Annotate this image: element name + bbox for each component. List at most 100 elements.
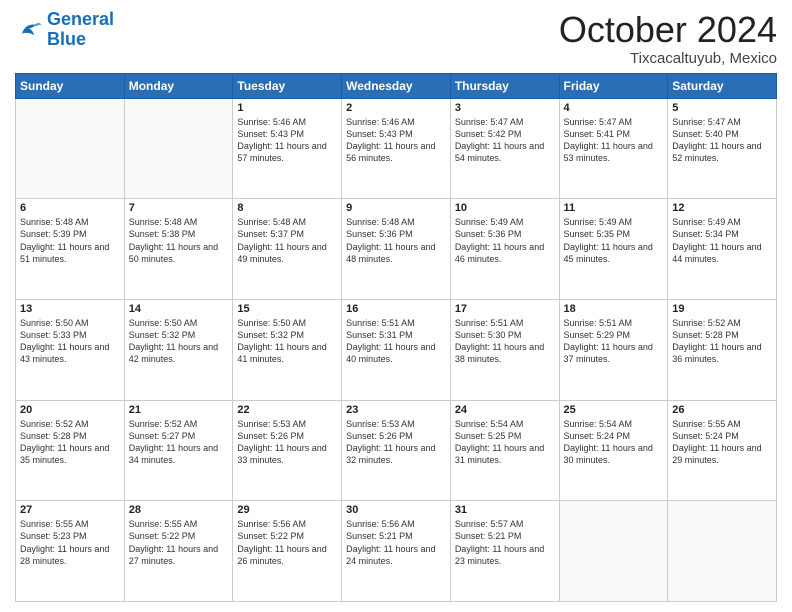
day-info: Sunrise: 5:57 AMSunset: 5:21 PMDaylight:… — [455, 518, 555, 567]
calendar-cell: 28 Sunrise: 5:55 AMSunset: 5:22 PMDayligh… — [124, 501, 233, 602]
calendar-cell — [124, 98, 233, 199]
day-info: Sunrise: 5:53 AMSunset: 5:26 PMDaylight:… — [346, 418, 446, 467]
day-info: Sunrise: 5:51 AMSunset: 5:30 PMDaylight:… — [455, 317, 555, 366]
calendar-cell: 16 Sunrise: 5:51 AMSunset: 5:31 PMDayligh… — [342, 299, 451, 400]
day-info: Sunrise: 5:52 AMSunset: 5:28 PMDaylight:… — [672, 317, 772, 366]
day-number: 31 — [455, 504, 555, 516]
day-number: 5 — [672, 102, 772, 114]
logo-line2: Blue — [47, 29, 86, 49]
day-number: 3 — [455, 102, 555, 114]
day-info: Sunrise: 5:55 AMSunset: 5:22 PMDaylight:… — [129, 518, 229, 567]
day-number: 26 — [672, 404, 772, 416]
calendar-cell: 25 Sunrise: 5:54 AMSunset: 5:24 PMDayligh… — [559, 400, 668, 501]
calendar-cell: 29Sunrise: 5:56 AMSunset: 5:22 PMDayligh… — [233, 501, 342, 602]
calendar-cell: 5 Sunrise: 5:47 AMSunset: 5:40 PMDaylight… — [668, 98, 777, 199]
calendar-cell: 22 Sunrise: 5:53 AMSunset: 5:26 PMDayligh… — [233, 400, 342, 501]
calendar-cell: 9 Sunrise: 5:48 AMSunset: 5:36 PMDaylight… — [342, 199, 451, 300]
day-info: Sunrise: 5:55 AMSunset: 5:24 PMDaylight:… — [672, 418, 772, 467]
day-number: 28 — [129, 504, 229, 516]
day-info: Sunrise: 5:47 AMSunset: 5:40 PMDaylight:… — [672, 116, 772, 165]
calendar-cell: 31 Sunrise: 5:57 AMSunset: 5:21 PMDayligh… — [450, 501, 559, 602]
day-number: 16 — [346, 303, 446, 315]
day-info: Sunrise: 5:53 AMSunset: 5:26 PMDaylight:… — [237, 418, 337, 467]
calendar-header-wednesday: Wednesday — [342, 73, 451, 98]
day-info: Sunrise: 5:54 AMSunset: 5:25 PMDaylight:… — [455, 418, 555, 467]
calendar-cell: 13 Sunrise: 5:50 AMSunset: 5:33 PMDayligh… — [16, 299, 125, 400]
day-number: 30 — [346, 504, 446, 516]
calendar-week-3: 13 Sunrise: 5:50 AMSunset: 5:33 PMDayligh… — [16, 299, 777, 400]
calendar-table: SundayMondayTuesdayWednesdayThursdayFrid… — [15, 73, 777, 602]
day-number: 15 — [237, 303, 337, 315]
calendar-cell: 10 Sunrise: 5:49 AMSunset: 5:36 PMDayligh… — [450, 199, 559, 300]
calendar-cell: 18 Sunrise: 5:51 AMSunset: 5:29 PMDayligh… — [559, 299, 668, 400]
calendar-cell: 14Sunrise: 5:50 AMSunset: 5:32 PMDayligh… — [124, 299, 233, 400]
day-number: 14 — [129, 303, 229, 315]
logo-text: General Blue — [47, 10, 114, 50]
day-number: 2 — [346, 102, 446, 114]
calendar-week-5: 27Sunrise: 5:55 AMSunset: 5:23 PMDayligh… — [16, 501, 777, 602]
title-block: October 2024 Tixcacaltuyub, Mexico — [559, 10, 777, 67]
day-number: 6 — [20, 202, 120, 214]
day-info: Sunrise: 5:52 AMSunset: 5:28 PMDaylight:… — [20, 418, 120, 467]
day-info: Sunrise: 5:51 AMSunset: 5:31 PMDaylight:… — [346, 317, 446, 366]
logo-icon — [15, 16, 43, 44]
calendar-cell: 26 Sunrise: 5:55 AMSunset: 5:24 PMDayligh… — [668, 400, 777, 501]
header: General Blue October 2024 Tixcacaltuyub,… — [15, 10, 777, 67]
day-info: Sunrise: 5:48 AMSunset: 5:36 PMDaylight:… — [346, 216, 446, 265]
day-number: 13 — [20, 303, 120, 315]
day-info: Sunrise: 5:50 AMSunset: 5:32 PMDaylight:… — [237, 317, 337, 366]
day-number: 10 — [455, 202, 555, 214]
calendar-cell — [16, 98, 125, 199]
day-number: 21 — [129, 404, 229, 416]
day-number: 23 — [346, 404, 446, 416]
day-info: Sunrise: 5:48 AMSunset: 5:37 PMDaylight:… — [237, 216, 337, 265]
calendar-cell: 19 Sunrise: 5:52 AMSunset: 5:28 PMDayligh… — [668, 299, 777, 400]
calendar-cell: 17 Sunrise: 5:51 AMSunset: 5:30 PMDayligh… — [450, 299, 559, 400]
day-info: Sunrise: 5:46 AMSunset: 5:43 PMDaylight:… — [237, 116, 337, 165]
day-info: Sunrise: 5:50 AMSunset: 5:33 PMDaylight:… — [20, 317, 120, 366]
logo: General Blue — [15, 10, 114, 50]
calendar-header-sunday: Sunday — [16, 73, 125, 98]
calendar-cell: 21 Sunrise: 5:52 AMSunset: 5:27 PMDayligh… — [124, 400, 233, 501]
day-number: 27 — [20, 504, 120, 516]
calendar-cell: 4Sunrise: 5:47 AMSunset: 5:41 PMDaylight… — [559, 98, 668, 199]
calendar-header-saturday: Saturday — [668, 73, 777, 98]
calendar-header-monday: Monday — [124, 73, 233, 98]
day-number: 22 — [237, 404, 337, 416]
day-info: Sunrise: 5:48 AMSunset: 5:38 PMDaylight:… — [129, 216, 229, 265]
day-info: Sunrise: 5:54 AMSunset: 5:24 PMDaylight:… — [564, 418, 664, 467]
calendar-cell: 2 Sunrise: 5:46 AMSunset: 5:43 PMDaylight… — [342, 98, 451, 199]
day-info: Sunrise: 5:47 AMSunset: 5:42 PMDaylight:… — [455, 116, 555, 165]
page: General Blue October 2024 Tixcacaltuyub,… — [0, 0, 792, 612]
calendar-cell: 24Sunrise: 5:54 AMSunset: 5:25 PMDayligh… — [450, 400, 559, 501]
day-info: Sunrise: 5:49 AMSunset: 5:36 PMDaylight:… — [455, 216, 555, 265]
day-info: Sunrise: 5:48 AMSunset: 5:39 PMDaylight:… — [20, 216, 120, 265]
calendar-week-2: 6 Sunrise: 5:48 AMSunset: 5:39 PMDaylight… — [16, 199, 777, 300]
day-number: 7 — [129, 202, 229, 214]
calendar-header-thursday: Thursday — [450, 73, 559, 98]
day-info: Sunrise: 5:49 AMSunset: 5:35 PMDaylight:… — [564, 216, 664, 265]
day-info: Sunrise: 5:52 AMSunset: 5:27 PMDaylight:… — [129, 418, 229, 467]
day-number: 29 — [237, 504, 337, 516]
day-info: Sunrise: 5:46 AMSunset: 5:43 PMDaylight:… — [346, 116, 446, 165]
day-number: 20 — [20, 404, 120, 416]
day-number: 19 — [672, 303, 772, 315]
day-number: 17 — [455, 303, 555, 315]
day-info: Sunrise: 5:56 AMSunset: 5:21 PMDaylight:… — [346, 518, 446, 567]
calendar-cell: 7 Sunrise: 5:48 AMSunset: 5:38 PMDaylight… — [124, 199, 233, 300]
calendar-cell — [559, 501, 668, 602]
day-info: Sunrise: 5:51 AMSunset: 5:29 PMDaylight:… — [564, 317, 664, 366]
calendar-week-1: 1Sunrise: 5:46 AMSunset: 5:43 PMDaylight… — [16, 98, 777, 199]
calendar-cell: 1Sunrise: 5:46 AMSunset: 5:43 PMDaylight… — [233, 98, 342, 199]
logo-line1: General — [47, 9, 114, 29]
calendar-cell — [668, 501, 777, 602]
day-info: Sunrise: 5:47 AMSunset: 5:41 PMDaylight:… — [564, 116, 664, 165]
calendar-cell: 23 Sunrise: 5:53 AMSunset: 5:26 PMDayligh… — [342, 400, 451, 501]
day-info: Sunrise: 5:49 AMSunset: 5:34 PMDaylight:… — [672, 216, 772, 265]
calendar-cell: 11Sunrise: 5:49 AMSunset: 5:35 PMDayligh… — [559, 199, 668, 300]
calendar-cell: 15 Sunrise: 5:50 AMSunset: 5:32 PMDayligh… — [233, 299, 342, 400]
day-number: 9 — [346, 202, 446, 214]
day-number: 25 — [564, 404, 664, 416]
day-number: 18 — [564, 303, 664, 315]
calendar-cell: 12Sunrise: 5:49 AMSunset: 5:34 PMDayligh… — [668, 199, 777, 300]
